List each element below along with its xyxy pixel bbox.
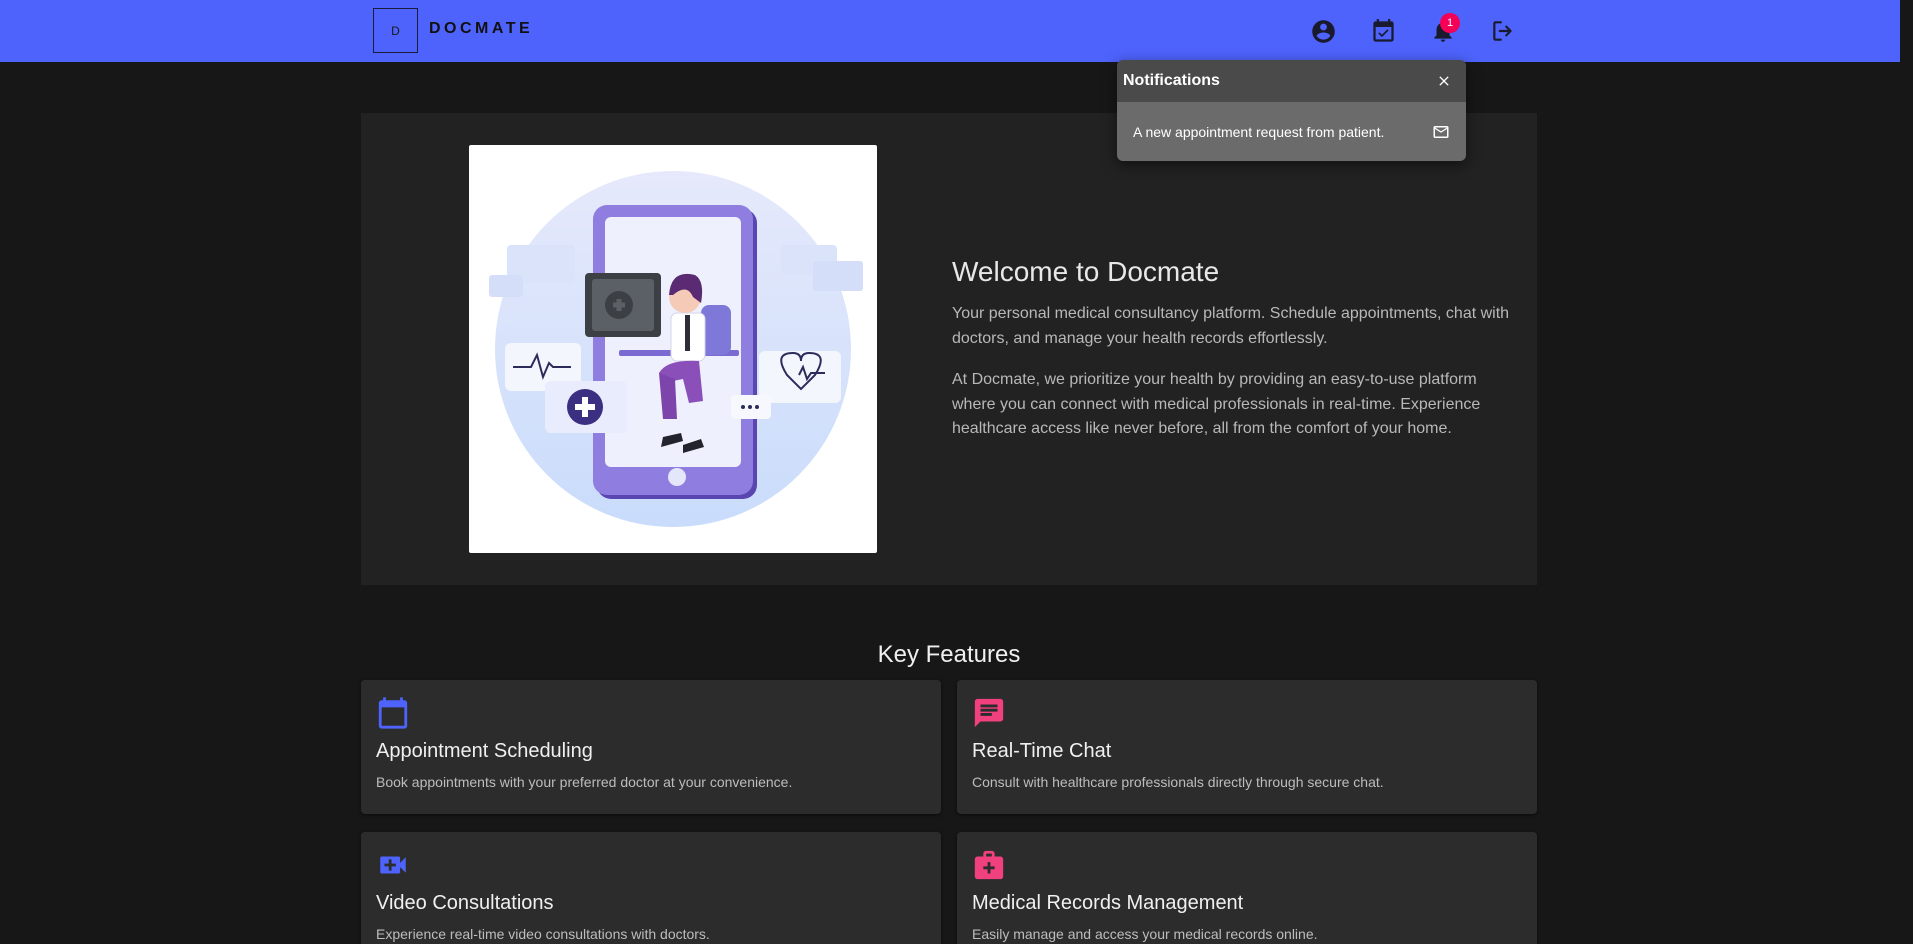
feature-description: Consult with healthcare professionals di… [972,774,1384,790]
account-button[interactable] [1308,16,1338,46]
notifications-close-button[interactable] [1432,69,1456,93]
hero-title: Welcome to Docmate [952,256,1220,287]
notifications-header: Notifications [1117,60,1466,102]
notification-text: A new appointment request from patient. [1133,123,1385,140]
feature-card-appointments: Appointment Scheduling Book appointments… [361,680,941,814]
logo-text: D [391,24,400,38]
feature-card-records: Medical Records Management Easily manage… [957,832,1537,944]
notifications-button[interactable]: 1 [1428,13,1460,46]
notifications-popover: Notifications A new appointment request … [1117,60,1466,161]
medical-bag-icon [974,850,1004,880]
notification-item[interactable]: A new appointment request from patient. [1117,102,1466,161]
feature-description: Easily manage and access your medical re… [972,926,1318,942]
hero-intro: Your personal medical consultancy platfo… [952,305,1510,347]
chat-icon [974,698,1004,728]
brand-name[interactable]: DOCMATE [429,20,533,38]
feature-card-chat: Real-Time Chat Consult with healthcare p… [957,680,1537,814]
feature-title: Appointment Scheduling [376,740,593,762]
feature-title: Real-Time Chat [972,740,1112,762]
hero-description: At Docmate, we prioritize your health by… [952,371,1481,437]
calendar-icon [378,697,408,729]
appointments-button[interactable] [1368,16,1398,46]
hero-section: Welcome to Docmate Your personal medical… [361,113,1537,585]
logout-button[interactable] [1488,16,1518,46]
feature-description: Experience real-time video consultations… [376,926,710,942]
features-heading: Key Features [877,641,1021,668]
feature-title: Video Consultations [376,892,554,914]
page-scrollbar[interactable] [1900,0,1913,944]
video-call-icon [380,856,406,874]
feature-description: Book appointments with your preferred do… [376,774,793,790]
notification-badge: 1 [1440,13,1460,33]
account-circle-icon [1311,19,1335,43]
notifications-title: Notifications [1123,72,1220,89]
logo[interactable]: D [373,8,418,53]
mail-icon[interactable] [1432,123,1450,141]
logout-icon [1493,21,1512,41]
feature-card-video: Video Consultations Experience real-time… [361,832,941,944]
app-bar: D DOCMATE 1 [0,0,1900,62]
doctor-illustration [469,145,877,553]
feature-title: Medical Records Management [972,892,1244,914]
close-icon [1439,76,1449,86]
calendar-check-icon [1372,18,1394,42]
